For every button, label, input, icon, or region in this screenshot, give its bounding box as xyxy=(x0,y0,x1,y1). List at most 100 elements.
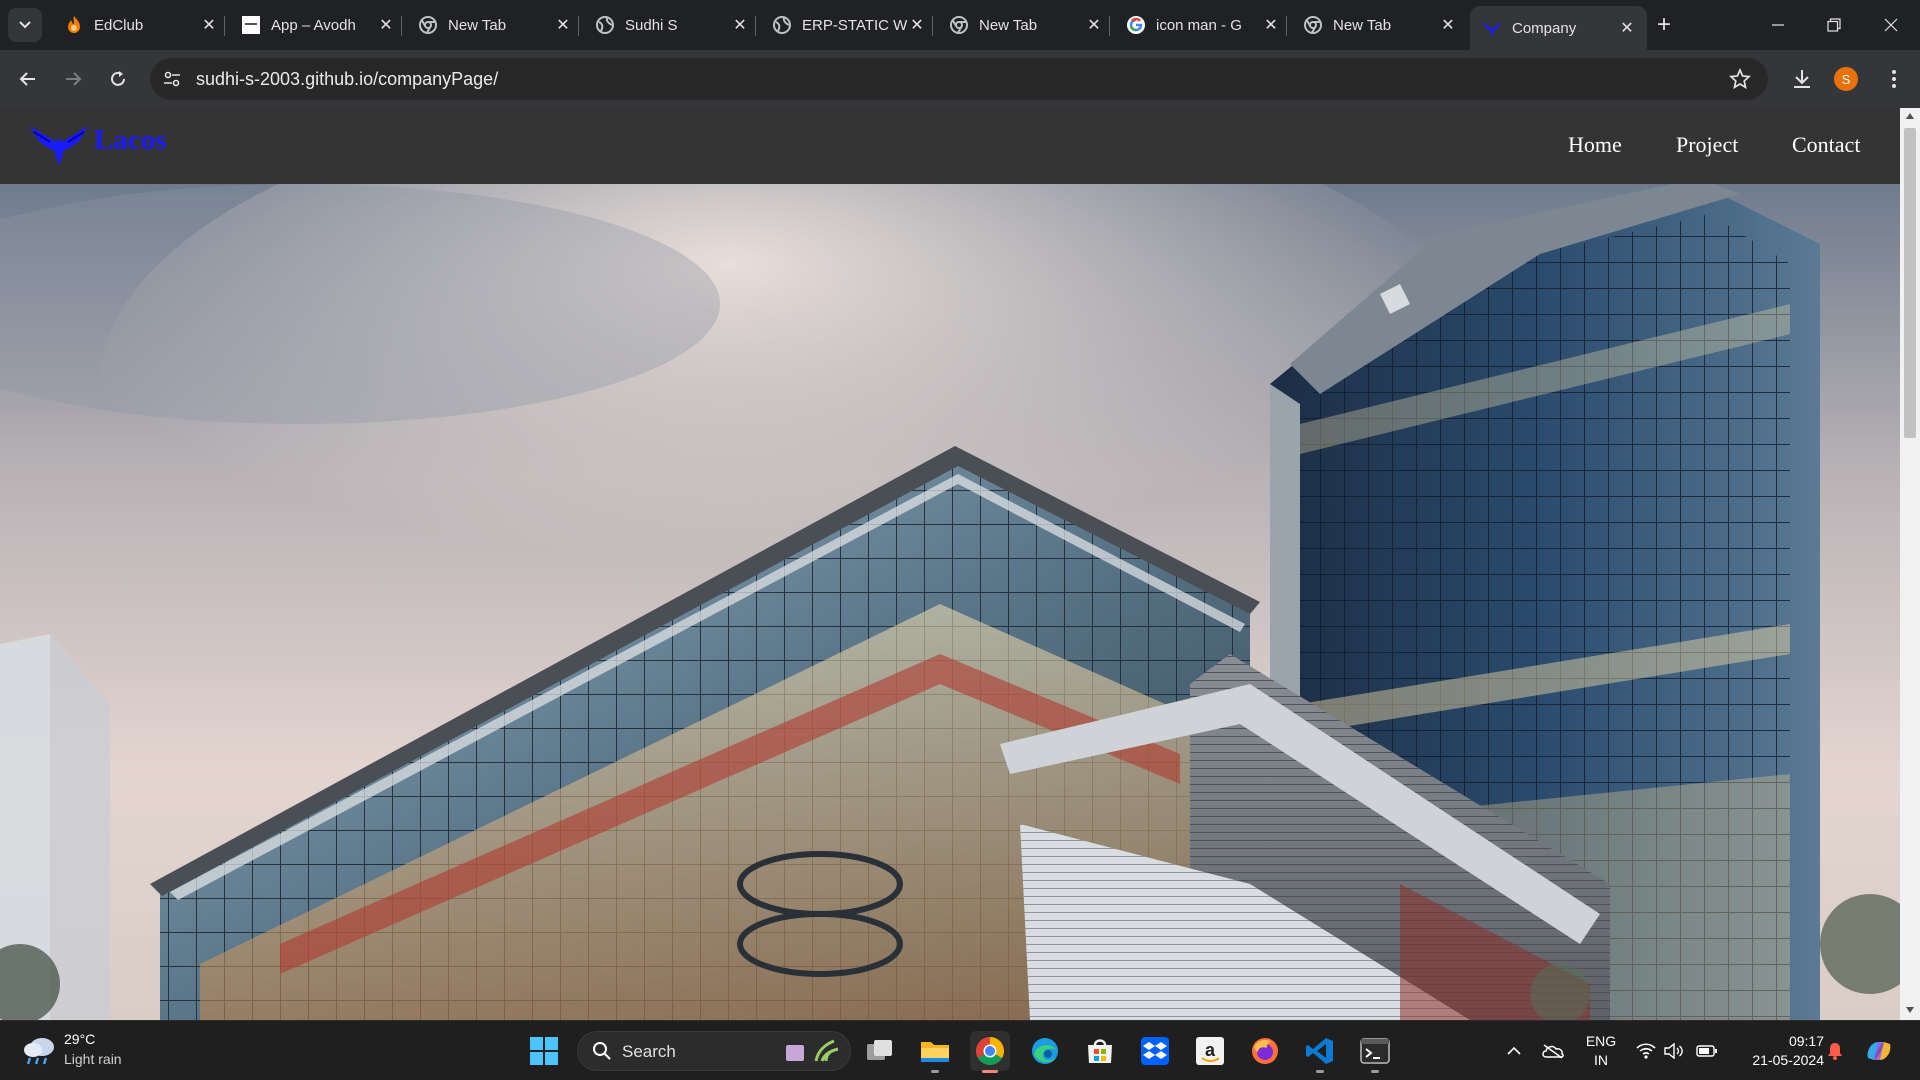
tab-title: Company xyxy=(1512,19,1577,37)
windows-taskbar: 29°C Light rain Search a ENG IN 09:17 21… xyxy=(0,1020,1920,1080)
taskbar-store[interactable] xyxy=(1080,1031,1120,1071)
tab-title: App – Avodh xyxy=(271,16,356,34)
kebab-menu-icon xyxy=(1892,70,1896,88)
arrow-right-icon xyxy=(66,72,82,86)
microsoft-store-icon xyxy=(1088,1039,1112,1063)
search-label: Search xyxy=(622,1042,676,1061)
amazon-icon: a xyxy=(1196,1037,1224,1065)
tab-new-tab[interactable]: New Tab ✕ xyxy=(937,6,1114,44)
close-tab-icon[interactable]: ✕ xyxy=(553,15,573,35)
terminal-icon xyxy=(1360,1038,1390,1064)
minimize-button[interactable] xyxy=(1749,0,1807,50)
tab-edclub[interactable]: EdClub ✕ xyxy=(52,6,229,44)
site-info-icon[interactable] xyxy=(160,67,184,91)
taskbar-clock[interactable]: 09:17 21-05-2024 xyxy=(1734,1032,1824,1070)
taskbar-edge[interactable] xyxy=(1025,1031,1065,1071)
tab-separator xyxy=(224,16,225,36)
page-scrollbar[interactable] xyxy=(1900,108,1920,1020)
start-button[interactable] xyxy=(524,1031,564,1071)
weather-description[interactable]: Light rain xyxy=(64,1051,122,1067)
chrome-icon xyxy=(949,15,969,35)
taskbar-vscode[interactable] xyxy=(1300,1031,1340,1073)
nav-contact[interactable]: Contact xyxy=(1792,132,1860,158)
region-code: IN xyxy=(1594,1052,1608,1068)
scroll-down-arrow-icon[interactable] xyxy=(1905,1006,1915,1014)
weather-temperature[interactable]: 29°C xyxy=(64,1031,95,1047)
search-icon xyxy=(593,1042,611,1060)
close-tab-icon[interactable]: ✕ xyxy=(1438,15,1458,35)
tab-sudhi-s[interactable]: Sudhi S ✕ xyxy=(583,6,760,44)
nav-project[interactable]: Project xyxy=(1676,132,1738,158)
tab-strip: EdClub ✕ App – Avodh ✕ New Tab ✕ Sudhi S… xyxy=(0,0,1920,50)
close-tab-icon[interactable]: ✕ xyxy=(1617,18,1637,38)
taskbar-file-explorer[interactable] xyxy=(915,1031,955,1073)
taskbar-chrome[interactable] xyxy=(970,1031,1010,1073)
dropbox-icon xyxy=(1141,1037,1169,1065)
tray-notifications[interactable] xyxy=(1824,1039,1846,1063)
taskbar-amazon[interactable]: a xyxy=(1190,1031,1230,1071)
taskbar-task-view[interactable] xyxy=(860,1031,900,1071)
new-tab-button[interactable]: + xyxy=(1650,11,1678,39)
lacos-eagle-icon xyxy=(1482,18,1502,38)
taskbar-firefox[interactable] xyxy=(1245,1031,1285,1071)
tab-separator xyxy=(755,16,756,36)
forward-button[interactable] xyxy=(55,61,91,97)
clock-date: 21-05-2024 xyxy=(1752,1052,1824,1068)
reload-icon xyxy=(111,71,125,86)
tab-erp-static[interactable]: ERP-STATIC W ✕ xyxy=(760,6,937,44)
tab-new-tab[interactable]: New Tab ✕ xyxy=(1291,6,1468,44)
chrome-icon xyxy=(418,15,438,35)
tab-new-tab[interactable]: New Tab ✕ xyxy=(406,6,583,44)
restore-icon xyxy=(1827,18,1841,32)
tab-title: icon man - G xyxy=(1156,16,1242,34)
taskbar-search[interactable]: Search xyxy=(577,1031,851,1071)
downloads-button[interactable] xyxy=(1786,63,1818,95)
close-tab-icon[interactable]: ✕ xyxy=(1261,15,1281,35)
tab-search-button[interactable] xyxy=(8,8,42,42)
tray-battery[interactable] xyxy=(1694,1039,1720,1063)
input-language[interactable]: ENG IN xyxy=(1584,1032,1618,1070)
tab-icon-man-google[interactable]: icon man - G ✕ xyxy=(1114,6,1291,44)
scroll-up-arrow-icon[interactable] xyxy=(1905,112,1915,120)
restore-button[interactable] xyxy=(1805,0,1863,50)
taskbar-terminal[interactable] xyxy=(1355,1031,1395,1073)
taskbar-dropbox[interactable] xyxy=(1135,1031,1175,1071)
close-tab-icon[interactable]: ✕ xyxy=(376,15,396,35)
tray-copilot[interactable] xyxy=(1862,1039,1896,1063)
tray-onedrive[interactable] xyxy=(1540,1039,1566,1063)
rain-cloud-icon[interactable] xyxy=(22,1033,58,1067)
back-button[interactable] xyxy=(10,61,46,97)
browser-menu-button[interactable] xyxy=(1878,63,1910,95)
tab-title: New Tab xyxy=(1333,16,1392,34)
tab-separator xyxy=(578,16,579,36)
tray-volume[interactable] xyxy=(1662,1039,1686,1063)
tab-separator xyxy=(1109,16,1110,36)
close-window-button[interactable] xyxy=(1862,0,1920,50)
nav-home[interactable]: Home xyxy=(1568,132,1622,158)
scrollbar-thumb[interactable] xyxy=(1904,128,1916,438)
reload-button[interactable] xyxy=(100,61,136,97)
search-highlight-icon xyxy=(786,1039,839,1062)
chevron-down-icon xyxy=(19,21,31,29)
close-tab-icon[interactable]: ✕ xyxy=(199,15,219,35)
show-hidden-icons-button[interactable] xyxy=(1502,1039,1526,1063)
tray-wifi[interactable] xyxy=(1634,1039,1658,1063)
chrome-icon xyxy=(976,1037,1004,1065)
url-text[interactable]: sudhi-s-2003.github.io/companyPage/ xyxy=(196,69,498,90)
profile-initial: S xyxy=(1841,71,1851,87)
tab-app-avodh[interactable]: App – Avodh ✕ xyxy=(229,6,406,44)
close-tab-icon[interactable]: ✕ xyxy=(730,15,750,35)
page-viewport: Lacos Home Project Contact xyxy=(0,108,1920,1020)
download-icon xyxy=(1794,70,1810,88)
close-tab-icon[interactable]: ✕ xyxy=(907,15,927,35)
tab-company-active[interactable]: Company ✕ xyxy=(1470,6,1647,50)
close-tab-icon[interactable]: ✕ xyxy=(1084,15,1104,35)
hero-image xyxy=(0,184,1900,1020)
address-bar[interactable]: sudhi-s-2003.github.io/companyPage/ xyxy=(150,58,1768,100)
chrome-icon xyxy=(1303,15,1323,35)
clock-time: 09:17 xyxy=(1788,1033,1824,1049)
site-logo[interactable]: Lacos xyxy=(28,120,167,166)
bookmark-star-icon[interactable] xyxy=(1728,67,1752,91)
tab-title: Sudhi S xyxy=(625,16,678,34)
profile-avatar[interactable]: S xyxy=(1834,67,1858,91)
